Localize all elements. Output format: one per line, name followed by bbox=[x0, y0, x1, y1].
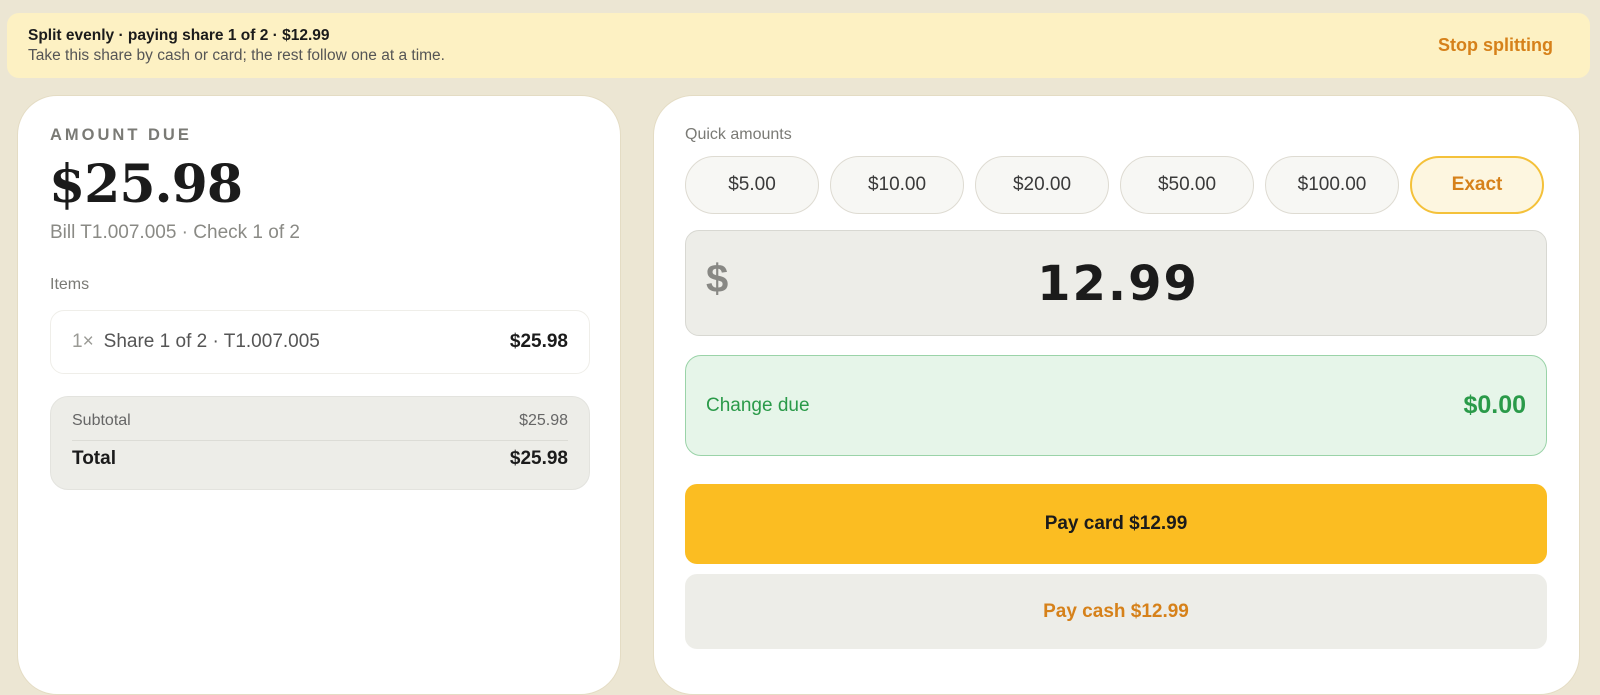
pay-card-button[interactable]: Pay card $12.99 bbox=[685, 484, 1547, 564]
exact-amount-button[interactable]: Exact bbox=[1410, 156, 1544, 214]
totals-box: Subtotal $25.98 Total $25.98 bbox=[50, 396, 590, 490]
stop-splitting-button[interactable]: Stop splitting bbox=[1422, 29, 1569, 62]
subtotal-row: Subtotal $25.98 bbox=[72, 397, 568, 441]
total-label: Total bbox=[72, 448, 116, 469]
change-due-value: $0.00 bbox=[1463, 391, 1526, 419]
item-quantity: 1× bbox=[72, 331, 94, 352]
change-due-label: Change due bbox=[706, 394, 810, 416]
total-value: $25.98 bbox=[509, 448, 568, 469]
change-due-box: Change due $0.00 bbox=[685, 355, 1547, 456]
total-row: Total $25.98 bbox=[72, 441, 568, 477]
payment-card: Quick amounts $5.00 $10.00 $20.00 $50.00… bbox=[653, 95, 1580, 695]
quick-amount-50-button[interactable]: $50.00 bbox=[1120, 156, 1254, 214]
subtotal-value: $25.98 bbox=[519, 411, 568, 429]
banner-text: Split evenly · paying share 1 of 2 · $12… bbox=[28, 26, 445, 66]
banner-title: Split evenly · paying share 1 of 2 · $12… bbox=[28, 26, 330, 44]
tendered-amount-input[interactable] bbox=[746, 231, 1490, 337]
item-name: Share 1 of 2 · T1.007.005 bbox=[103, 331, 320, 352]
quick-amount-100-button[interactable]: $100.00 bbox=[1265, 156, 1399, 214]
dollar-icon: $ bbox=[706, 257, 729, 301]
quick-amount-20-button[interactable]: $20.00 bbox=[975, 156, 1109, 214]
quick-amounts-label: Quick amounts bbox=[685, 126, 792, 143]
quick-amounts-row: $5.00 $10.00 $20.00 $50.00 $100.00 Exact bbox=[685, 156, 1544, 214]
quick-amount-5-button[interactable]: $5.00 bbox=[685, 156, 819, 214]
quick-amount-10-button[interactable]: $10.00 bbox=[830, 156, 964, 214]
bill-reference: Bill T1.007.005 · Check 1 of 2 bbox=[50, 222, 300, 243]
tendered-amount-field: $ bbox=[685, 230, 1547, 337]
amount-due-value: $25.98 bbox=[49, 154, 243, 215]
banner-subtitle: Take this share by cash or card; the res… bbox=[28, 46, 445, 64]
item-price: $25.98 bbox=[509, 331, 568, 352]
list-item: 1× Share 1 of 2 · T1.007.005 $25.98 bbox=[50, 310, 590, 374]
items-label: Items bbox=[50, 276, 90, 293]
split-banner: Split evenly · paying share 1 of 2 · $12… bbox=[7, 13, 1590, 78]
amount-due-label: AMOUNT DUE bbox=[50, 126, 192, 144]
pay-cash-button[interactable]: Pay cash $12.99 bbox=[685, 574, 1547, 649]
amount-summary-card: AMOUNT DUE $25.98 Bill T1.007.005 · Chec… bbox=[17, 95, 621, 695]
subtotal-label: Subtotal bbox=[72, 411, 131, 429]
